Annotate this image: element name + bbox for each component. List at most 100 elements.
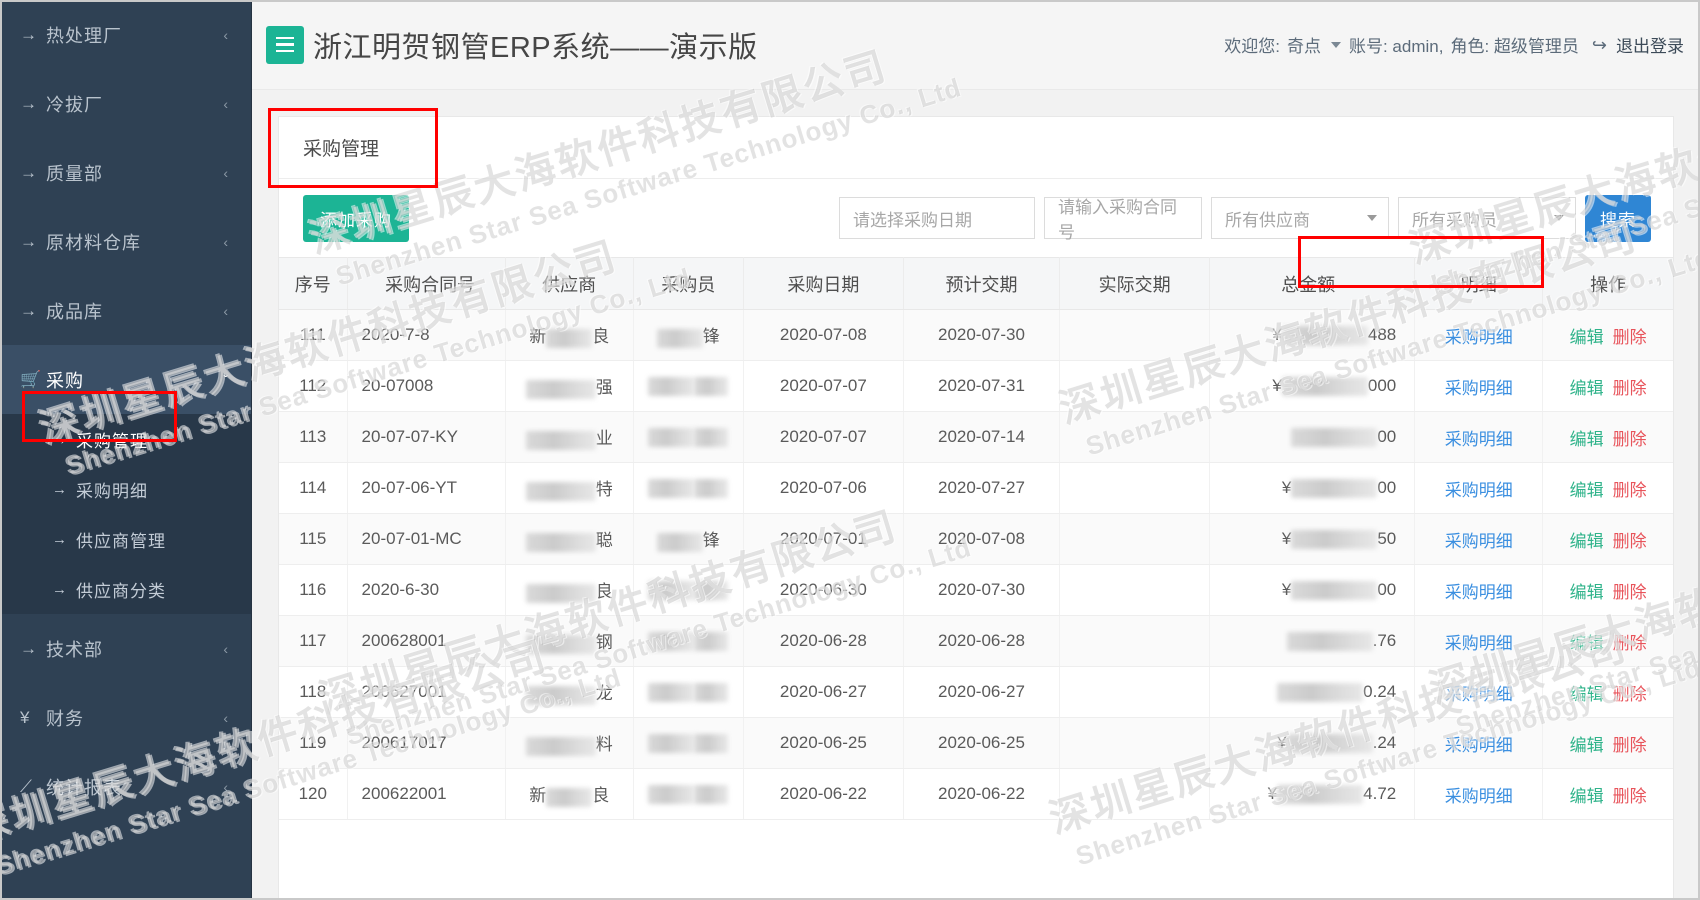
delete-link[interactable]: 删除 bbox=[1613, 583, 1647, 602]
edit-link[interactable]: 编辑 bbox=[1570, 379, 1604, 398]
chevron-left-icon[interactable]: ‹ bbox=[223, 235, 229, 249]
edit-link[interactable]: 编辑 bbox=[1570, 328, 1604, 347]
delete-link[interactable]: 删除 bbox=[1613, 328, 1647, 347]
chevron-left-icon[interactable]: ‹ bbox=[223, 780, 229, 794]
purchase-detail-link[interactable]: 采购明细 bbox=[1445, 532, 1513, 551]
cell-total-amount: ¥000 bbox=[1209, 360, 1416, 412]
contract-number-input[interactable]: 请输入采购合同号 bbox=[1044, 197, 1202, 242]
table-row[interactable]: 114 20-07-06-YT 特 2020-07-06 2020-07-27 ¥00 采购… bbox=[279, 462, 1673, 514]
cell-expected-date: 2020-06-25 bbox=[903, 717, 1061, 769]
sidebar-group-热处理厂[interactable]: → 热处理厂 ‹ bbox=[0, 0, 251, 69]
user-name[interactable]: 奇点 bbox=[1287, 32, 1321, 57]
search-button[interactable]: 搜索 bbox=[1585, 194, 1651, 242]
edit-link[interactable]: 编辑 bbox=[1570, 787, 1604, 806]
redacted-block bbox=[1291, 479, 1378, 498]
chevron-down-icon[interactable]: ˇ bbox=[223, 373, 229, 387]
supplier-select[interactable]: 所有供应商 bbox=[1211, 197, 1389, 239]
table-row[interactable]: 113 20-07-07-KY 业 2020-07-07 2020-07-14 00 采购明… bbox=[279, 411, 1673, 463]
chevron-left-icon[interactable]: ‹ bbox=[223, 97, 229, 111]
sidebar-group-质量部[interactable]: → 质量部 ‹ bbox=[0, 138, 251, 207]
cell-expected-date: 2020-07-27 bbox=[903, 462, 1061, 514]
purchase-detail-link[interactable]: 采购明细 bbox=[1445, 379, 1513, 398]
sidebar-group-冷拔厂[interactable]: → 冷拔厂 ‹ bbox=[0, 69, 251, 138]
table-header-row: 序号 采购合同号 供应商 采购员 采购日期 预计交期 实际交期 总金额 明细 操作 bbox=[279, 257, 1673, 310]
edit-link[interactable]: 编辑 bbox=[1570, 430, 1604, 449]
table-row[interactable]: 118 200627001 龙 2020-06-27 2020-06-27 0.24 采购明… bbox=[279, 666, 1673, 718]
cell-supplier: 聪 bbox=[505, 513, 634, 565]
sidebar-item-采购管理[interactable]: → 采购管理 bbox=[0, 414, 251, 464]
column-header-明细: 明细 bbox=[1414, 257, 1544, 310]
sidebar-item-供应商分类[interactable]: → 供应商分类 bbox=[0, 564, 251, 614]
edit-link[interactable]: 编辑 bbox=[1570, 481, 1604, 500]
redacted-block bbox=[1286, 632, 1373, 651]
sidebar-group-采购[interactable]: 🛒 采购 ˇ bbox=[0, 345, 251, 414]
purchase-detail-link[interactable]: 采购明细 bbox=[1445, 736, 1513, 755]
supplier-select-value: 所有供应商 bbox=[1225, 210, 1310, 230]
redacted-block bbox=[648, 377, 695, 396]
chevron-down-icon[interactable] bbox=[1330, 41, 1341, 48]
purchase-detail-link[interactable]: 采购明细 bbox=[1445, 583, 1513, 602]
purchase-date-input[interactable]: 请选择采购日期 bbox=[839, 197, 1035, 239]
table-row[interactable]: 111 2020-7-8 新良锋 2020-07-08 2020-07-30 ¥488 采购… bbox=[279, 309, 1673, 361]
sidebar-group-label: 采购 bbox=[46, 370, 84, 391]
delete-link[interactable]: 删除 bbox=[1613, 430, 1647, 449]
delete-link[interactable]: 删除 bbox=[1613, 787, 1647, 806]
purchase-detail-link[interactable]: 采购明细 bbox=[1445, 787, 1513, 806]
delete-link[interactable]: 删除 bbox=[1613, 532, 1647, 551]
edit-link[interactable]: 编辑 bbox=[1570, 532, 1604, 551]
sidebar-group-技术部[interactable]: → 技术部 ‹ bbox=[0, 614, 251, 683]
sidebar-group-统计报表[interactable]: ⟋ 统计报表 ‹ bbox=[0, 752, 251, 821]
table-row[interactable]: 117 200628001 钢 2020-06-28 2020-06-28 .76 采购明细… bbox=[279, 615, 1673, 667]
edit-link[interactable]: 编辑 bbox=[1570, 634, 1604, 653]
delete-link[interactable]: 删除 bbox=[1613, 379, 1647, 398]
sidebar-item-供应商管理[interactable]: → 供应商管理 bbox=[0, 514, 251, 564]
table-row[interactable]: 116 2020-6-30 良 2020-06-30 2020-07-30 ¥00 采购明细… bbox=[279, 564, 1673, 616]
chevron-left-icon[interactable]: ‹ bbox=[223, 711, 229, 725]
purchase-date-placeholder: 请选择采购日期 bbox=[853, 210, 972, 230]
chevron-left-icon[interactable]: ‹ bbox=[223, 28, 229, 42]
arrow-right-icon: → bbox=[52, 530, 68, 548]
cell-index: 113 bbox=[279, 411, 348, 463]
erp-application-window: → 热处理厂 ‹ → 冷拔厂 ‹ → 质量部 ‹ → 原材料仓库 ‹ → 成品库 ‹ 🛒 采购 ˇ → 采购管理 → 采… bbox=[0, 0, 1700, 900]
cell-buyer bbox=[633, 411, 744, 463]
cell-supplier: 业 bbox=[505, 411, 634, 463]
edit-link[interactable]: 编辑 bbox=[1570, 685, 1604, 704]
cell-purchase-date: 2020-07-08 bbox=[743, 309, 904, 361]
sign-out-icon[interactable]: ↪ bbox=[1592, 35, 1607, 56]
buyer-select[interactable]: 所有采购员 bbox=[1398, 197, 1576, 239]
chevron-left-icon[interactable]: ‹ bbox=[223, 166, 229, 180]
logout-button[interactable]: 退出登录 bbox=[1616, 32, 1684, 57]
sidebar-item-采购明细[interactable]: → 采购明细 bbox=[0, 464, 251, 514]
edit-link[interactable]: 编辑 bbox=[1570, 583, 1604, 602]
chevron-left-icon[interactable]: ‹ bbox=[223, 304, 229, 318]
cell-contract-number: 20-07008 bbox=[347, 360, 506, 412]
sidebar-group-成品库[interactable]: → 成品库 ‹ bbox=[0, 276, 251, 345]
sidebar-group-原材料仓库[interactable]: → 原材料仓库 ‹ bbox=[0, 207, 251, 276]
edit-link[interactable]: 编辑 bbox=[1570, 736, 1604, 755]
table-row[interactable]: 115 20-07-01-MC 聪锋 2020-07-01 2020-07-08 ¥50 采… bbox=[279, 513, 1673, 565]
delete-link[interactable]: 删除 bbox=[1613, 481, 1647, 500]
delete-link[interactable]: 删除 bbox=[1613, 685, 1647, 704]
purchase-detail-link[interactable]: 采购明细 bbox=[1445, 430, 1513, 449]
hamburger-icon[interactable] bbox=[266, 25, 304, 64]
purchase-detail-link[interactable]: 采购明细 bbox=[1445, 634, 1513, 653]
sidebar-group-财务[interactable]: ¥ 财务 ‹ bbox=[0, 683, 251, 752]
delete-link[interactable]: 删除 bbox=[1613, 634, 1647, 653]
purchase-detail-link[interactable]: 采购明细 bbox=[1445, 481, 1513, 500]
cell-operations: 编辑 删除 bbox=[1542, 411, 1673, 463]
table-row[interactable]: 120 200622001 新良 2020-06-22 2020-06-22 ¥4.72 采… bbox=[279, 768, 1673, 820]
column-header-供应商: 供应商 bbox=[505, 257, 634, 310]
cell-index: 119 bbox=[279, 717, 348, 769]
cell-purchase-date: 2020-07-07 bbox=[743, 411, 904, 463]
redacted-block bbox=[694, 632, 729, 651]
add-purchase-button[interactable]: 添加采购 bbox=[303, 194, 409, 242]
chevron-left-icon[interactable]: ‹ bbox=[223, 642, 229, 656]
cell-expected-date: 2020-06-27 bbox=[903, 666, 1061, 718]
cell-expected-date: 2020-06-28 bbox=[903, 615, 1061, 667]
table-row[interactable]: 119 200617017 料 2020-06-25 2020-06-25 ¥ .24 采购明… bbox=[279, 717, 1673, 769]
purchase-detail-link[interactable]: 采购明细 bbox=[1445, 328, 1513, 347]
delete-link[interactable]: 删除 bbox=[1613, 736, 1647, 755]
column-header-采购日期: 采购日期 bbox=[743, 257, 904, 310]
table-row[interactable]: 112 20-07008 强 2020-07-07 2020-07-31 ¥000 采购明细… bbox=[279, 360, 1673, 412]
purchase-detail-link[interactable]: 采购明细 bbox=[1445, 685, 1513, 704]
